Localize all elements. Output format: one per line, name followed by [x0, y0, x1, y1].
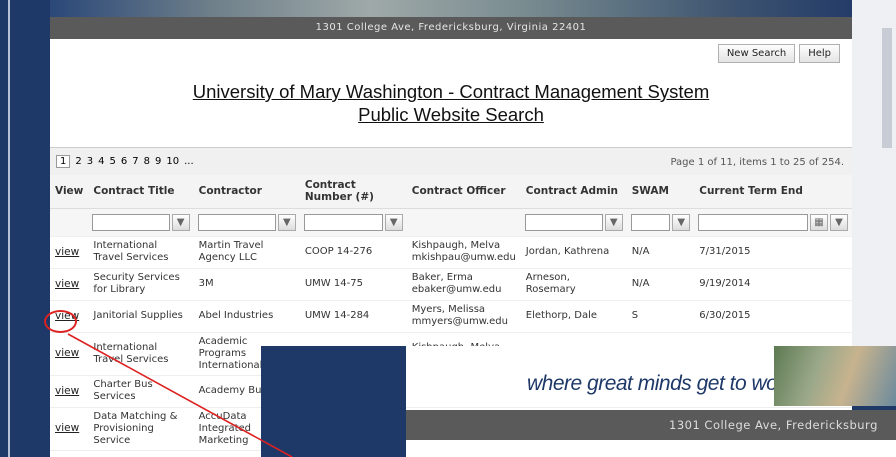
filter-cell — [406, 208, 521, 237]
filter-cell: ▦ ▼ — [694, 208, 852, 237]
cell-contractor: Abel Industries — [193, 300, 300, 333]
col-contract-title[interactable]: Contract Title — [88, 175, 194, 209]
cell-term-end: 9/19/2014 — [694, 268, 852, 301]
scrollbar[interactable] — [882, 28, 892, 148]
header-photo — [50, 0, 852, 17]
cell-contractor: Martin Travel Agency LLC — [193, 236, 300, 269]
window-edge — [8, 0, 10, 457]
filter-icon[interactable]: ▼ — [171, 213, 190, 231]
annotation-circle — [44, 310, 77, 333]
cell-admin: Elethorp, Dale — [520, 300, 627, 333]
view-link[interactable]: view — [55, 278, 79, 290]
cell-swam: N/A — [626, 236, 695, 269]
cell-number: UMW 14-75 — [299, 268, 407, 301]
page-link[interactable]: 2 — [75, 156, 81, 167]
banner-footer-address: 1301 College Ave, Fredericksburg — [406, 410, 896, 440]
address-bar: 1301 College Ave, Fredericksburg, Virgin… — [50, 17, 852, 39]
cell-officer: Kishpaugh, Melva mkishpau@umw.edu — [406, 236, 521, 269]
filter-cell: ▼ — [88, 208, 194, 237]
col-contract-officer[interactable]: Contract Officer — [406, 175, 521, 209]
calendar-icon[interactable]: ▦ — [810, 213, 828, 231]
view-link[interactable]: view — [55, 385, 79, 397]
cell-swam: S — [626, 300, 695, 333]
page-link[interactable]: 8 — [144, 156, 150, 167]
cell-contractor: 3M — [193, 268, 300, 301]
cell-admin: Arneson, Rosemary — [520, 268, 627, 301]
cell-title: Data Matching & Provisioning Service — [88, 407, 194, 451]
page-link[interactable]: 4 — [98, 156, 104, 167]
admin-filter-input[interactable] — [524, 213, 603, 231]
page-link[interactable]: 7 — [132, 156, 138, 167]
contractor-filter-input[interactable] — [197, 213, 276, 231]
pager-row: 1 2 3 4 5 6 7 8 9 10 ... Page 1 of 11, i… — [50, 147, 852, 175]
pager-info: Page 1 of 11, items 1 to 25 of 254. — [670, 157, 844, 168]
page-link[interactable]: 3 — [87, 156, 93, 167]
page-link[interactable]: 5 — [110, 156, 116, 167]
banner-bottom — [406, 440, 896, 457]
filter-cell: ▼ — [520, 208, 627, 237]
title-line-2: Public Website Search — [358, 104, 544, 125]
banner-photo — [774, 346, 896, 406]
overlay-banner: where great minds get to work 1301 Colle… — [261, 346, 896, 457]
col-view[interactable]: View — [50, 175, 89, 209]
number-filter-input[interactable] — [303, 213, 383, 231]
col-contract-admin[interactable]: Contract Admin — [520, 175, 627, 209]
cell-number: UMW 14-284 — [299, 300, 407, 333]
cell-officer: Baker, Erma ebaker@umw.edu — [406, 268, 521, 301]
page-title: University of Mary Washington - Contract… — [50, 80, 852, 126]
col-contract-number[interactable]: Contract Number (#) — [299, 175, 407, 209]
cell-officer: Myers, Melissa mmyers@umw.edu — [406, 300, 521, 333]
toolbar: New Search Help — [717, 44, 840, 63]
filter-row: ▼ ▼ ▼ ▼ ▼ ▦ ▼ — [50, 208, 852, 237]
help-button[interactable]: Help — [799, 44, 840, 63]
page-link[interactable]: 6 — [121, 156, 127, 167]
cell-number: COOP 14-276 — [299, 236, 407, 269]
title-filter-input[interactable] — [92, 213, 170, 231]
view-link[interactable]: view — [55, 422, 79, 434]
filter-cell: ▼ — [626, 208, 695, 237]
right-background — [852, 0, 896, 346]
term-end-filter-input[interactable] — [698, 213, 808, 231]
cell-swam: N/A — [626, 268, 695, 301]
cell-term-end: 7/31/2015 — [694, 236, 852, 269]
filter-icon[interactable]: ▼ — [277, 213, 296, 231]
title-line-1: University of Mary Washington - Contract… — [192, 81, 710, 102]
view-link[interactable]: view — [55, 246, 79, 258]
page-current[interactable]: 1 — [56, 155, 71, 168]
cell-title: Security Services for Library — [88, 268, 194, 301]
col-contractor[interactable]: Contractor — [193, 175, 300, 209]
col-swam[interactable]: SWAM — [626, 175, 695, 209]
cell-title: Janitorial Supplies — [88, 300, 194, 333]
table-row: view Security Services for Library 3M UM… — [50, 268, 852, 301]
cell-admin: Jordan, Kathrena — [520, 236, 627, 269]
table-row: view International Travel Services Marti… — [50, 236, 852, 269]
filter-icon[interactable]: ▼ — [830, 213, 848, 231]
pager: 1 2 3 4 5 6 7 8 9 10 ... — [56, 155, 194, 168]
cell-term-end: 6/30/2015 — [694, 300, 852, 333]
cell-title: International Travel Services — [88, 236, 194, 269]
table-header: View Contract Title Contractor Contract … — [50, 175, 852, 209]
swam-filter-input[interactable] — [630, 213, 671, 231]
cell-title: International Travel Services — [88, 332, 194, 376]
filter-icon[interactable]: ▼ — [604, 213, 623, 231]
table-row: view Janitorial Supplies Abel Industries… — [50, 300, 852, 333]
filter-icon[interactable]: ▼ — [672, 213, 691, 231]
cell-title: Charter Bus Services — [88, 375, 194, 408]
view-link[interactable]: view — [55, 347, 79, 359]
filter-cell: ▼ — [299, 208, 407, 237]
filter-cell: ▼ — [193, 208, 300, 237]
left-background — [0, 0, 50, 457]
banner-tagline: where great minds get to work — [527, 372, 794, 395]
filter-icon[interactable]: ▼ — [384, 213, 403, 231]
new-search-button[interactable]: New Search — [717, 44, 796, 63]
banner-dark-block — [261, 346, 406, 457]
page-link[interactable]: 9 — [155, 156, 161, 167]
page-link-more[interactable]: ... — [184, 156, 194, 167]
filter-cell — [50, 208, 89, 237]
page-link[interactable]: 10 — [166, 156, 179, 167]
col-current-term-end[interactable]: Current Term End — [694, 175, 852, 209]
